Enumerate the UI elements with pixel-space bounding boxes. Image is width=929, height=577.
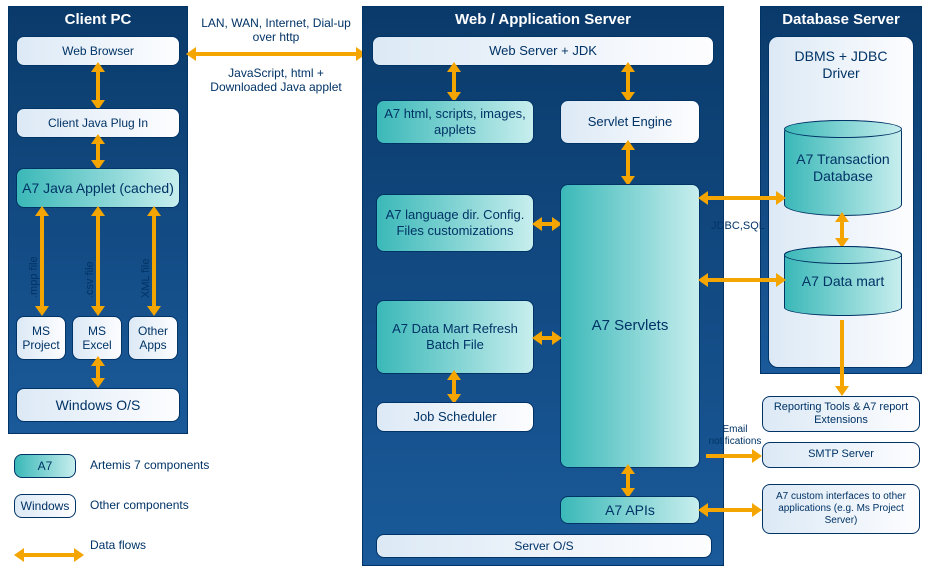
db-server-title: Database Server: [761, 7, 921, 34]
a7-datamart-batch-label: A7 Data Mart Refresh Batch File: [381, 321, 529, 352]
job-scheduler-box: Job Scheduler: [376, 402, 534, 432]
client-pc-title: Client PC: [9, 7, 187, 34]
a7-servlets-label: A7 Servlets: [592, 317, 669, 335]
web-server-label: Web Server + JDK: [489, 43, 597, 59]
windows-os-box: Windows O/S: [16, 388, 180, 422]
arrow-batch-jobsched: [452, 380, 456, 394]
arrow-servlets-apis: [626, 474, 630, 488]
arrow-servlets-txndb: [708, 196, 776, 200]
a7-html-label: A7 html, scripts, images, applets: [381, 106, 529, 137]
windows-os-label: Windows O/S: [56, 397, 141, 414]
arrow-apps-os: [96, 366, 100, 378]
xml-file-label: XML file: [140, 259, 152, 298]
smtp-server-box: SMTP Server: [762, 442, 920, 468]
custom-interfaces-label: A7 custom interfaces to other applicatio…: [767, 491, 915, 527]
servlet-engine-box: Servlet Engine: [560, 100, 700, 144]
legend-win-label: Windows: [21, 499, 70, 513]
ms-excel-label: MS Excel: [77, 324, 117, 353]
reporting-tools-label: Reporting Tools & A7 report Extensions: [767, 401, 915, 427]
data-mart-label: A7 Data mart: [802, 273, 884, 290]
legend-a7-label: A7: [38, 459, 53, 473]
server-os-label: Server O/S: [514, 539, 573, 553]
ms-excel-box: MS Excel: [72, 316, 122, 360]
custom-interfaces-box: A7 custom interfaces to other applicatio…: [762, 484, 920, 534]
a7-servlets-box: A7 Servlets: [560, 184, 700, 468]
a7-applet-label: A7 Java Applet (cached): [22, 180, 174, 197]
legend-arrow-icon: [24, 544, 74, 562]
legend-win-desc: Other components: [90, 498, 270, 512]
txn-database-label: A7 Transaction Database: [785, 151, 901, 185]
servlet-engine-label: Servlet Engine: [588, 114, 673, 130]
lan-wan-label: LAN, WAN, Internet, Dial-up over http: [196, 16, 356, 45]
jdbc-sql-label: JDBC,SQL: [710, 220, 766, 233]
data-mart-cyl: A7 Data mart: [784, 246, 902, 316]
arrow-webserver-html: [452, 72, 456, 92]
txn-database-cyl: A7 Transaction Database: [784, 120, 902, 216]
arrow-applet-otherapps: [152, 216, 156, 306]
arrow-txndb-datamart: [840, 222, 844, 238]
js-html-label: JavaScript, html + Downloaded Java apple…: [196, 66, 356, 95]
arrow-applet-msproject: [40, 216, 44, 306]
arrow-applet-msexcel: [96, 216, 100, 306]
arrow-plugin-applet: [96, 144, 100, 160]
job-scheduler-label: Job Scheduler: [413, 409, 496, 425]
email-notif-label: Email notifications: [700, 424, 770, 448]
arrow-webserver-servletengine: [626, 72, 630, 92]
ms-project-box: MS Project: [16, 316, 66, 360]
arrow-datamart-reporting: [840, 320, 844, 386]
legend-win-box: Windows: [14, 494, 76, 518]
dbms-label: DBMS + JDBC Driver: [776, 48, 906, 82]
reporting-tools-box: Reporting Tools & A7 report Extensions: [762, 396, 920, 432]
legend-a7-box: A7: [14, 454, 76, 478]
mpp-file-label: .mpp file: [28, 256, 40, 298]
web-server-box: Web Server + JDK: [372, 36, 714, 66]
arrow-servlets-smtp: [706, 454, 752, 458]
smtp-server-label: SMTP Server: [808, 448, 874, 461]
a7-langdir-label: A7 language dir. Config. Files customiza…: [381, 207, 529, 238]
other-apps-box: Other Apps: [128, 316, 178, 360]
arrow-servletengine-servlets: [626, 150, 630, 176]
arrow-servlets-datamart: [708, 278, 776, 282]
a7-html-box: A7 html, scripts, images, applets: [376, 100, 534, 144]
a7-datamart-batch-box: A7 Data Mart Refresh Batch File: [376, 300, 534, 374]
arrow-client-app: [196, 52, 356, 56]
csv-file-label: .csv file: [84, 261, 96, 298]
arrow-browser-plugin: [96, 72, 100, 100]
other-apps-label: Other Apps: [133, 324, 173, 353]
legend-a7-desc: Artemis 7 components: [90, 458, 270, 472]
a7-apis-box: A7 APIs: [560, 496, 700, 524]
legend-flows-desc: Data flows: [90, 538, 210, 552]
client-plugin-label: Client Java Plug In: [48, 116, 148, 130]
ms-project-label: MS Project: [21, 324, 61, 353]
a7-apis-label: A7 APIs: [605, 502, 655, 519]
app-server-title: Web / Application Server: [363, 7, 723, 34]
web-browser-label: Web Browser: [62, 44, 134, 58]
a7-langdir-box: A7 language dir. Config. Files customiza…: [376, 194, 534, 252]
server-os-box: Server O/S: [376, 534, 712, 558]
arrow-apis-custom: [708, 508, 752, 512]
arrow-datamart-servlets: [542, 336, 552, 340]
a7-applet-box: A7 Java Applet (cached): [16, 168, 180, 208]
arrow-langdir-servlets: [542, 222, 552, 226]
